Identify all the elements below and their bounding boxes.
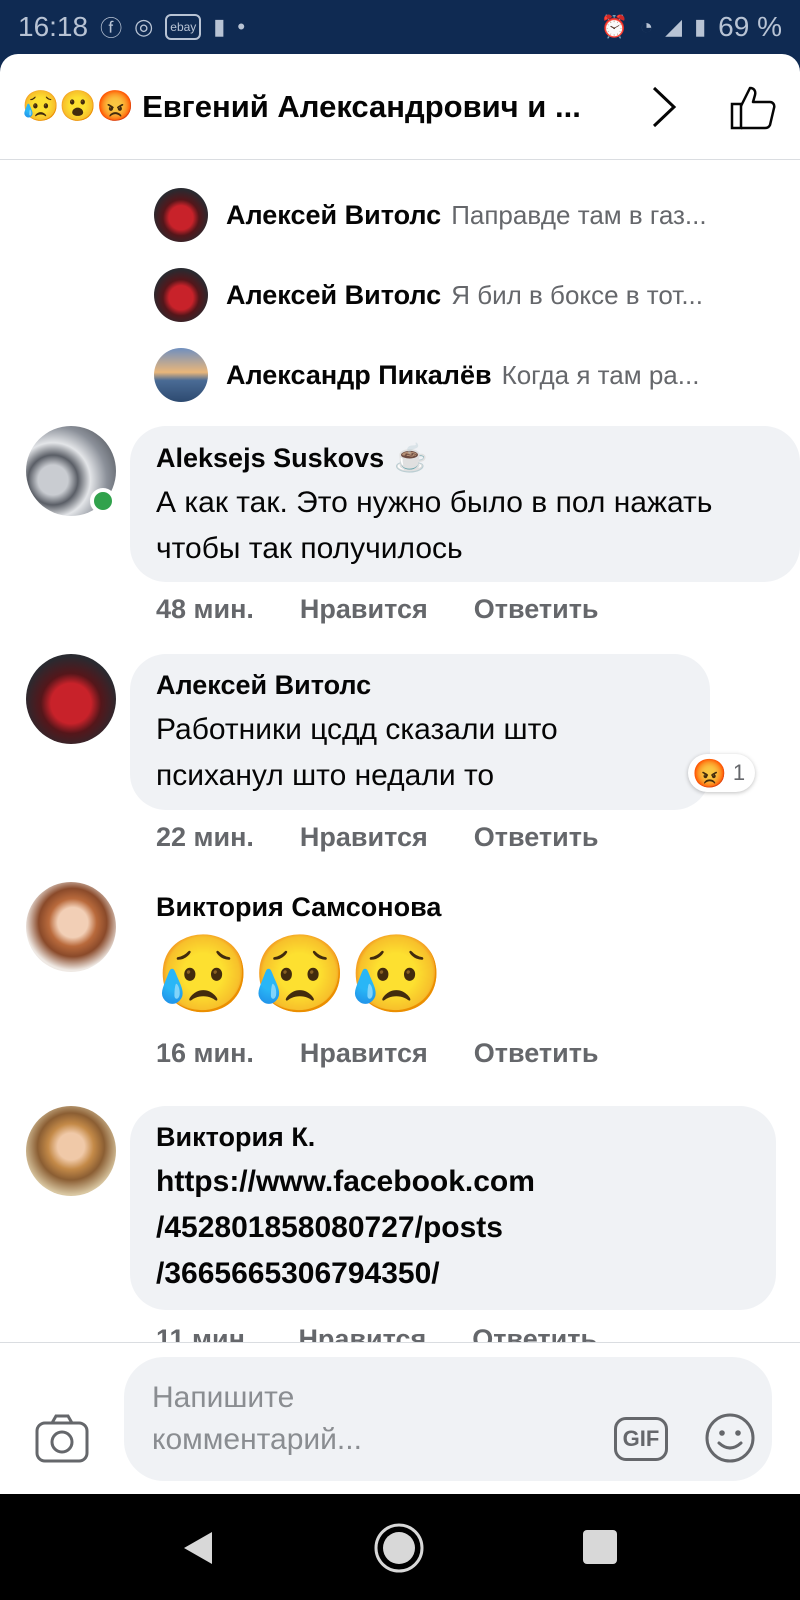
comment-actions: 48 мин. Нравится Ответить (156, 594, 599, 625)
avatar[interactable] (26, 654, 116, 744)
comment-time[interactable]: 22 мин. (156, 822, 254, 853)
comment-input-placeholder: Напишите комментарий... (152, 1381, 362, 1456)
sad-reaction-icon: 😥 (22, 89, 60, 123)
author-name: Алексей Витолс (156, 670, 372, 700)
reply-preview[interactable]: Алексей Витолс Паправде там в газ... (154, 188, 754, 242)
reply-preview[interactable]: Алексей Витолс Я бил в боксе в тот... (154, 268, 754, 322)
author-name: Виктория Самсонова (156, 892, 442, 922)
author-name: Aleksejs Suskovs (156, 442, 385, 473)
comment-author: Виктория К. (156, 1122, 750, 1153)
comment-input[interactable]: Напишите комментарий... GIF (124, 1357, 772, 1481)
alarm-icon: ⏰ (600, 14, 628, 39)
signal-icon: ◢ (665, 14, 683, 39)
ebay-icon: ebay (165, 14, 202, 40)
dot-icon: • (237, 14, 246, 39)
comment-bubble[interactable]: Виктория К. https://www.facebook.com /45… (130, 1106, 776, 1310)
crying-emoji-text: 😥😥😥 (156, 932, 446, 1017)
camera-icon[interactable] (34, 1413, 90, 1465)
reactors-title: Евгений Александрович и ... (142, 88, 581, 124)
comment-bubble[interactable]: Алексей Витолс Работники цсдд сказали шт… (130, 654, 710, 810)
comments-sheet: 😥 😮 😡 Евгений Александрович и ... Алексе… (0, 54, 800, 1494)
online-status-dot (90, 488, 116, 514)
reply-author: Алексей Витолс (226, 279, 442, 310)
reply-button[interactable]: Ответить (474, 594, 599, 625)
comments-list[interactable]: Алексей Витолс Паправде там в газ... Алек… (0, 160, 800, 1448)
reply-author: Алексей Витолс (226, 199, 442, 230)
reaction-icons: 😥 😮 😡 (22, 89, 135, 123)
avatar[interactable] (154, 268, 208, 322)
comment-composer: Напишите комментарий... GIF (0, 1342, 800, 1494)
gif-button[interactable]: GIF (614, 1417, 668, 1461)
like-button[interactable]: Нравится (300, 1038, 428, 1069)
battery-percent: 69 % (718, 11, 782, 42)
coffee-badge-icon: ☕ (394, 443, 428, 473)
avatar[interactable] (154, 348, 208, 402)
comment-link-line[interactable]: /452801858080727/posts (156, 1205, 750, 1251)
reply-preview[interactable]: Александр Пикалёв Когда я там ра... (154, 348, 754, 402)
angry-reaction-icon: 😡 (96, 89, 135, 123)
avatar[interactable] (154, 188, 208, 242)
reply-button[interactable]: Ответить (474, 1038, 599, 1069)
avatar[interactable] (26, 1106, 116, 1196)
wifi-icon: ◔ (639, 14, 654, 39)
reply-snippet: Паправде там в газ... (451, 199, 707, 230)
comment-text: Работники цсдд сказали што психанул што … (156, 713, 558, 792)
reply-snippet: Я бил в боксе в тот... (451, 279, 703, 310)
comment: Aleksejs Suskovs ☕ А как так. Это нужно … (26, 426, 800, 626)
reply-snippet: Когда я там ра... (501, 359, 700, 390)
comment-time[interactable]: 48 мин. (156, 594, 254, 625)
facebook-icon: ⓕ (100, 16, 123, 41)
battery-icon: ▮ (694, 14, 707, 39)
recents-square-icon[interactable] (583, 1530, 617, 1564)
comment-author: Aleksejs Suskovs ☕ (156, 442, 774, 474)
comment-author: Алексей Витолс (156, 670, 684, 701)
back-triangle-icon[interactable] (178, 1528, 218, 1568)
angry-reaction-icon: 😡 (692, 757, 727, 789)
chevron-right-icon[interactable] (644, 82, 684, 132)
reply-text: Алексей Витолс Я бил в боксе в тот... (226, 280, 754, 311)
comment: Алексей Витолс Работники цсдд сказали шт… (26, 654, 776, 854)
reply-text: Александр Пикалёв Когда я там ра... (226, 360, 754, 391)
reply-button[interactable]: Ответить (474, 822, 599, 853)
comment-author: Виктория Самсонова (156, 892, 446, 923)
like-thumb-icon[interactable] (728, 82, 778, 132)
reactions-summary[interactable]: 😥 😮 😡 Евгений Александрович и ... (22, 89, 644, 125)
comment-actions: 16 мин. Нравится Ответить (156, 1038, 599, 1069)
reply-text: Алексей Витолс Паправде там в газ... (226, 200, 754, 231)
comment-bubble[interactable]: Aleksejs Suskovs ☕ А как так. Это нужно … (130, 426, 800, 582)
system-nav-bar (0, 1494, 800, 1600)
comment-link-line[interactable]: https://www.facebook.com (156, 1159, 750, 1205)
reaction-count: 1 (732, 760, 746, 785)
instagram-icon: ◎ (134, 14, 154, 39)
home-circle-icon[interactable] (373, 1522, 425, 1574)
battery-saver-icon: ▮ (213, 14, 226, 39)
clock: 16:18 (18, 11, 89, 42)
comment-content[interactable]: Виктория Самсонова 😥😥😥 (156, 892, 446, 1013)
avatar[interactable] (26, 882, 116, 972)
reactions-header: 😥 😮 😡 Евгений Александрович и ... (0, 54, 800, 160)
wow-reaction-icon: 😮 (59, 89, 97, 123)
comment: Виктория Самсонова 😥😥😥 16 мин. Нравится … (26, 882, 776, 1082)
status-bar: 16:18 ⓕ ◎ ebay ▮ • ⏰ ◔ ◢ ▮ 69 % (0, 0, 800, 54)
comment-link-line[interactable]: /3665665306794350/ (156, 1251, 750, 1297)
comment-time[interactable]: 16 мин. (156, 1038, 254, 1069)
like-button[interactable]: Нравится (300, 822, 428, 853)
like-button[interactable]: Нравится (300, 594, 428, 625)
comment-actions: 22 мин. Нравится Ответить (156, 822, 599, 853)
emoji-smile-icon[interactable] (704, 1412, 756, 1464)
comment-text: А как так. Это нужно было в пол нажать ч… (156, 486, 713, 565)
reply-author: Александр Пикалёв (226, 359, 492, 390)
reaction-count-badge[interactable]: 😡 1 (688, 754, 756, 792)
author-name: Виктория К. (156, 1122, 316, 1152)
